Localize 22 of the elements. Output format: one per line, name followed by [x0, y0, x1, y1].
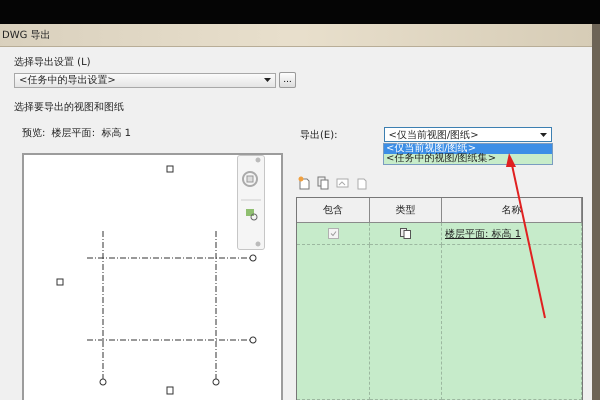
export-setup-dropdown[interactable]: <任务中的导出设置> — [14, 72, 276, 88]
export-dropdown[interactable]: <仅当前视图/图纸> — [384, 127, 552, 142]
dropdown-option[interactable]: <任务中的视图/图纸集> — [384, 154, 552, 164]
preview-label: 预览: 楼层平面: 标高 1 — [22, 126, 132, 140]
window-title: DWG 导出 — [2, 28, 51, 42]
caret-icon — [540, 132, 546, 136]
browse-button[interactable]: ... — [279, 72, 296, 88]
export-setup-label: 选择导出设置 (L) — [14, 56, 92, 69]
export-label: 导出(E): — [300, 128, 338, 142]
copy-icon[interactable] — [317, 176, 330, 190]
sheet-type-icon — [400, 228, 411, 239]
include-checkbox[interactable] — [328, 228, 338, 239]
new-sheet-icon[interactable] — [298, 176, 311, 190]
image-icon[interactable] — [336, 176, 349, 190]
view-name: 楼层平面: 标高 1 — [445, 228, 522, 240]
column-header: 类型 — [370, 198, 442, 223]
group-title: 选择要导出的视图和图纸 — [14, 100, 125, 114]
column-header: 名称 — [442, 198, 582, 223]
navigation-bar[interactable] — [237, 155, 265, 250]
column-header: 包含 — [297, 198, 370, 223]
caret-icon — [264, 78, 271, 82]
sheet-icon[interactable] — [355, 176, 368, 190]
